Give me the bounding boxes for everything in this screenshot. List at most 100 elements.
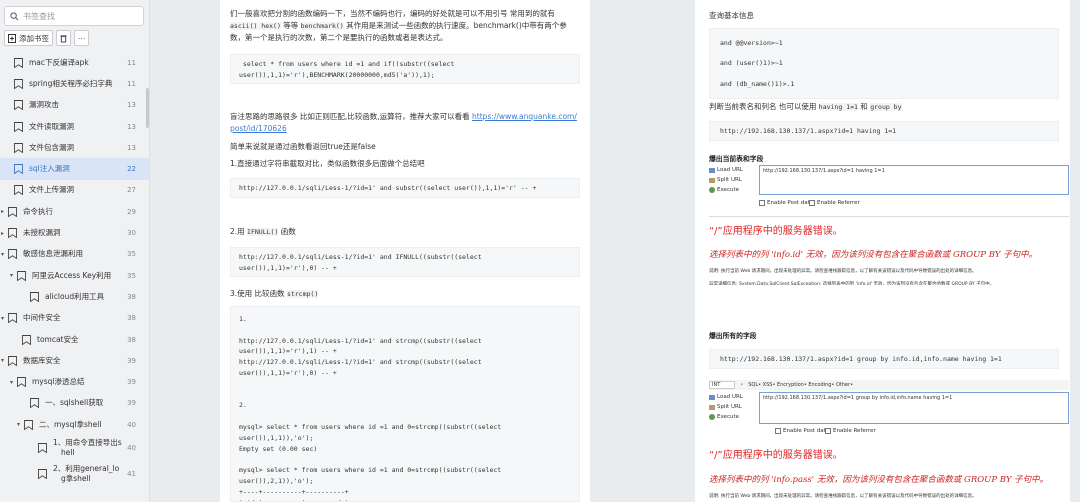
label-text: 文件包含漏洞: [29, 142, 74, 152]
code-block-basic: and @@version>~1 and (user()1)>~1 and (d…: [709, 28, 1059, 99]
anquanke-link[interactable]: https://www.anquanke.com/: [472, 112, 577, 121]
split-url-row[interactable]: Split URL: [709, 404, 742, 410]
inline-code: benchmark(): [300, 22, 344, 30]
expand-arrow-icon[interactable]: ▾: [1, 315, 8, 322]
hackbar-panel-2: INT • SQL• XSS• Encryption• Encoding• Ot…: [709, 380, 1069, 440]
bookmark-icon: [8, 249, 17, 260]
post-data-checkbox[interactable]: Enable Post data: [759, 200, 813, 206]
int-select[interactable]: INT: [709, 381, 736, 389]
sidebar-item[interactable]: 2、利用general_lo g拿shell 41: [0, 461, 149, 487]
sidebar-item-label: sql注入漏洞: [29, 164, 70, 174]
label-text: 文件读取漏洞: [29, 121, 74, 131]
add-bookmark-label: 添加书签: [19, 33, 49, 43]
sidebar-item[interactable]: ▾ 数据库安全 39: [0, 350, 149, 371]
sidebar-scrollbar[interactable]: [146, 88, 149, 128]
post-data-label: Enable Post data: [783, 428, 830, 434]
search-input[interactable]: 书签查找: [4, 6, 144, 26]
sidebar-item-label: mac下反编译apk: [29, 58, 89, 68]
error-message-2: 选择列表中的列 'info.pass' 无效，因为该列没有包含在聚合函数或 GR…: [709, 475, 1049, 485]
label-text: 中间件安全: [23, 313, 61, 323]
expand-arrow-icon[interactable]: ▾: [17, 421, 24, 428]
sidebar-item-label: mysql渗透总结: [32, 377, 85, 387]
execute-row[interactable]: Execute: [709, 187, 739, 193]
error-title-1: “/”应用程序中的服务器错误。: [709, 226, 843, 237]
hackbar-panel-1: Load URL Split URL Execute http://192.16…: [709, 164, 1069, 212]
bookmark-icon: [30, 291, 39, 302]
sidebar-item[interactable]: ▾ 二、mysql拿shell 40: [0, 414, 149, 435]
split-icon: [709, 404, 715, 410]
label-text: 一、sqlshell获取: [45, 398, 104, 408]
add-bookmark-button[interactable]: 添加书签: [4, 30, 53, 46]
sidebar-item[interactable]: spring相关程序必扫字典 11: [0, 73, 149, 94]
error-message-1: 选择列表中的列 'info.id' 无效，因为该列没有包含在聚合函数或 GROU…: [709, 250, 1038, 260]
document-page-right: 查询基本信息 and @@version>~1 and (user()1)>~1…: [695, 0, 1070, 502]
bar-menu-items[interactable]: SQL• XSS• Encryption• Encoding• Other•: [748, 382, 853, 388]
bookmark-icon: [30, 398, 39, 409]
sidebar-item[interactable]: tomcat安全 38: [0, 329, 149, 350]
page-number: 39: [127, 378, 136, 387]
sidebar-item-label: 数据库安全: [23, 356, 61, 366]
expand-arrow-icon[interactable]: ▸: [1, 230, 8, 237]
label-text: sql注入漏洞: [29, 164, 70, 174]
sidebar-item[interactable]: ▾ 中间件安全 38: [0, 308, 149, 329]
referrer-checkbox[interactable]: Enable Referrer: [809, 200, 860, 206]
expand-arrow-icon[interactable]: ▾: [10, 272, 17, 279]
sidebar-item[interactable]: 1、用命令直接导出s hell 40: [0, 435, 149, 461]
code-block-benchmark: select * from users where id =1 and if((…: [230, 54, 580, 84]
execute-row[interactable]: Execute: [709, 414, 739, 420]
judge-text: 判断当前表名和列名 也可以使用 having 1=1 和 group by: [709, 101, 902, 112]
sidebar-item[interactable]: 漏洞攻击 13: [0, 95, 149, 116]
delete-button[interactable]: [56, 30, 71, 46]
label-text: 阿里云Access Key利用: [32, 270, 112, 280]
load-url-row[interactable]: Load URL: [709, 394, 743, 400]
label-text: hell: [61, 448, 75, 458]
sidebar-item[interactable]: 文件包含漏洞 13: [0, 137, 149, 158]
search-placeholder: 书签查找: [23, 11, 55, 21]
intro-paragraph: 们一般喜欢把分割的函数编码一下，当然不编码也行，编码的好处就是可以不用引号 常用…: [230, 8, 590, 44]
bookmark-icon: [14, 185, 23, 196]
query-basic-heading: 查询基本信息: [709, 11, 754, 20]
label-text: 1、用命令直接导出s: [53, 438, 122, 448]
execute-label: Execute: [717, 414, 739, 420]
sidebar-item[interactable]: 文件上传漏洞 27: [0, 180, 149, 201]
expand-arrow-icon[interactable]: ▾: [10, 379, 17, 386]
post-data-checkbox[interactable]: Enable Post data: [775, 428, 829, 434]
sidebar-item-label: 命令执行: [23, 207, 53, 217]
expand-arrow-icon[interactable]: ▸: [1, 208, 8, 215]
error-description-2: 说明: 执行当前 Web 请求期间，出现未处理的异常。请检查堆栈跟踪信息，以了解…: [709, 494, 977, 499]
expand-arrow-icon[interactable]: ▾: [1, 357, 8, 364]
sidebar-item[interactable]: alicloud利用工具 38: [0, 286, 149, 307]
judge-b: 和: [857, 102, 871, 111]
code-line: and (user()1)>~1: [720, 59, 783, 68]
sidebar-item[interactable]: ▾ mysql渗透总结 39: [0, 371, 149, 392]
sidebar-item[interactable]: 文件读取漏洞 13: [0, 116, 149, 137]
referrer-checkbox[interactable]: Enable Referrer: [825, 428, 876, 434]
page-number: 11: [127, 58, 136, 67]
more-button[interactable]: ⋯: [74, 30, 89, 46]
sidebar-item-label: 一、sqlshell获取: [45, 398, 103, 408]
sidebar-item[interactable]: mac下反编译apk 11: [0, 52, 149, 73]
sidebar-item[interactable]: ▸ 命令执行 29: [0, 201, 149, 222]
label-text: 数据库安全: [23, 355, 61, 365]
code-block-ifnull: http://127.0.0.1/sqli/Less-1/?id=1' and …: [230, 247, 580, 277]
intro-text: 等等: [280, 21, 301, 30]
sidebar-item[interactable]: sql注入漏洞 22: [0, 158, 149, 180]
bookmark-icon: [14, 164, 23, 175]
split-url-label: Split URL: [717, 177, 742, 183]
inline-code: ascii() hex(): [230, 22, 281, 30]
anquanke-link-cont[interactable]: post/id/170626: [230, 124, 287, 133]
execute-label: Execute: [717, 187, 739, 193]
label-text: 2、利用general_lo: [53, 464, 120, 474]
expand-arrow-icon[interactable]: ▾: [1, 251, 8, 258]
url-input[interactable]: http://192.168.130.137/1.aspx?id=1 havin…: [759, 165, 1069, 195]
trash-icon: [60, 34, 67, 42]
load-url-row[interactable]: Load URL: [709, 167, 743, 173]
sidebar-item[interactable]: ▾ 敏感信息泄漏利用 35: [0, 244, 149, 265]
bookmark-icon: [14, 57, 23, 68]
split-url-row[interactable]: Split URL: [709, 177, 742, 183]
sidebar-item[interactable]: ▸ 未授权漏洞 30: [0, 222, 149, 243]
sidebar-item[interactable]: ▾ 阿里云Access Key利用 35: [0, 265, 149, 286]
sidebar-item[interactable]: 一、sqlshell获取 39: [0, 393, 149, 414]
url-input[interactable]: http://192.168.130.137/1.aspx?id=1 group…: [759, 392, 1069, 424]
error-title-2: “/”应用程序中的服务器错误。: [709, 450, 843, 461]
